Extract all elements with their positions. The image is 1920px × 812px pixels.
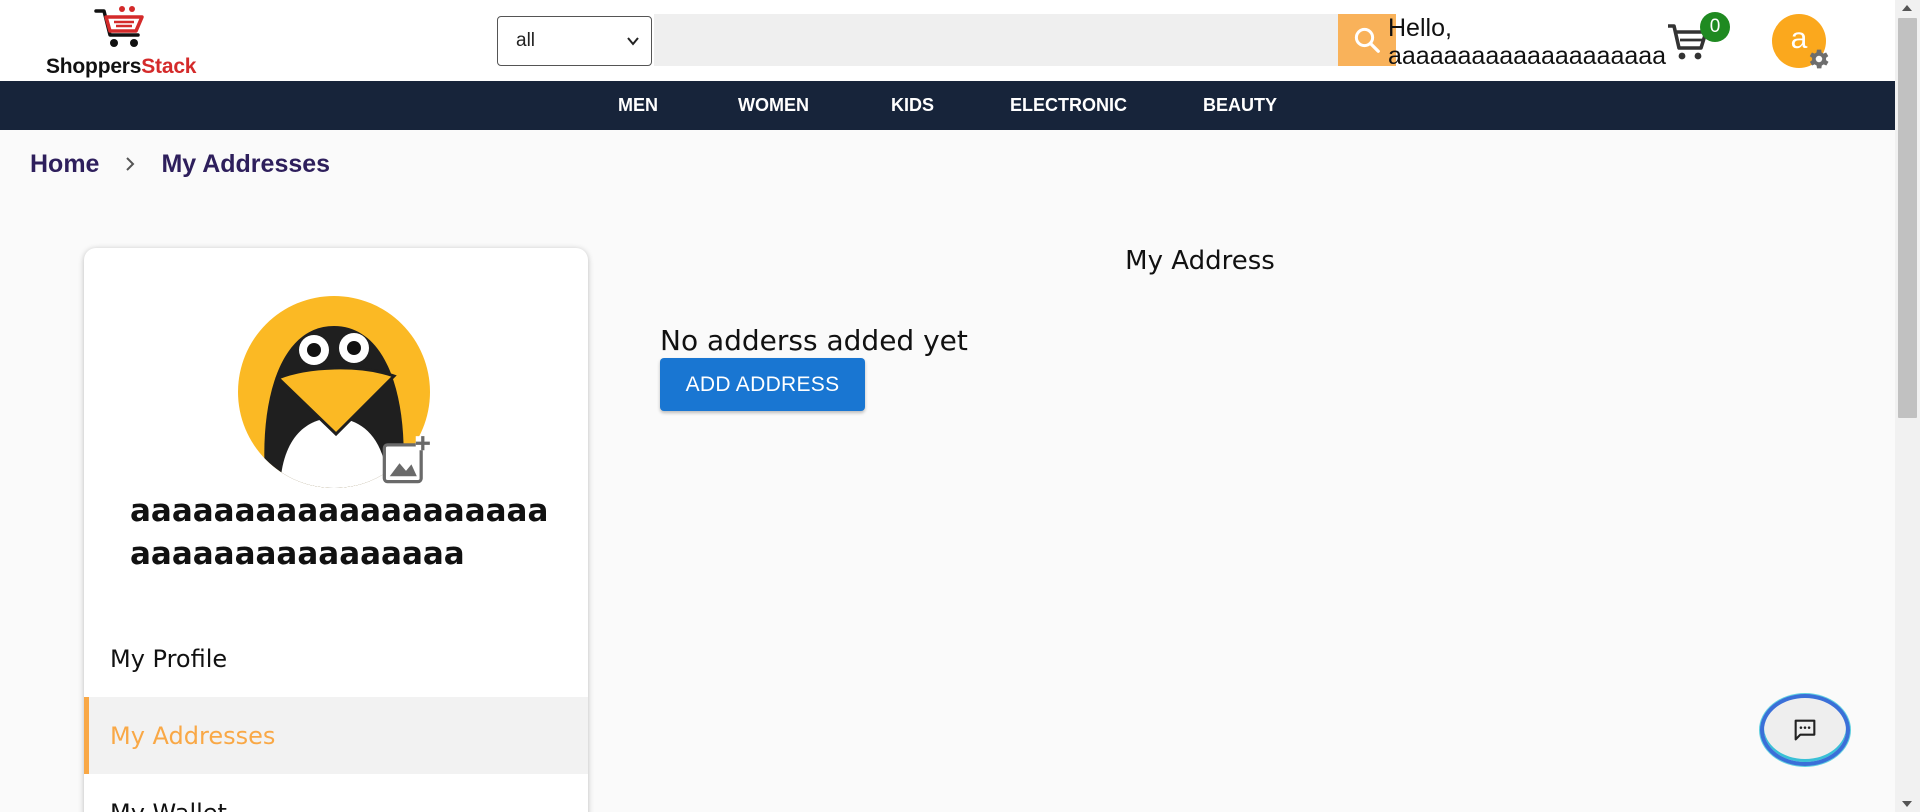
greeting-hello: Hello, xyxy=(1388,14,1452,42)
logo-text-stack: Stack xyxy=(141,55,197,78)
user-greeting: Hello, aaaaaaaaaaaaaaaaaaaa xyxy=(1388,14,1666,70)
profile-sidebar-card: aaaaaaaaaaaaaaaaaaaaaaaaaaaaaaaaaaaa My … xyxy=(84,248,588,812)
page-title: My Address xyxy=(1125,246,1275,276)
sidebar-item-my-profile[interactable]: My Profile xyxy=(84,620,588,697)
greeting-username: aaaaaaaaaaaaaaaaaaaa xyxy=(1388,42,1667,70)
category-nav: MEN WOMEN KIDS ELECTRONIC BEAUTY xyxy=(0,81,1895,130)
cart-button[interactable]: 0 xyxy=(1664,12,1730,66)
sidebar-item-my-wallet[interactable]: My Wallet xyxy=(84,774,588,812)
gear-icon[interactable] xyxy=(1805,46,1831,72)
nav-item-women[interactable]: WOMEN xyxy=(738,81,809,130)
nav-item-men[interactable]: MEN xyxy=(618,81,658,130)
chevron-down-icon xyxy=(627,37,639,46)
breadcrumb: Home My Addresses xyxy=(30,148,330,180)
search-icon xyxy=(1354,27,1380,53)
cart-count-badge: 0 xyxy=(1700,12,1730,42)
page: ShoppersStack all Hello, aaaaaaaaaaaaaaa… xyxy=(0,0,1920,812)
nav-item-beauty[interactable]: BEAUTY xyxy=(1203,81,1277,130)
add-photo-icon[interactable] xyxy=(380,434,432,486)
category-select[interactable]: all xyxy=(497,16,652,66)
logo[interactable]: ShoppersStack xyxy=(44,5,224,79)
chat-button[interactable] xyxy=(1760,694,1850,766)
add-address-button[interactable]: ADD ADDRESS xyxy=(660,358,865,411)
search-input[interactable] xyxy=(654,14,1339,66)
empty-address-message: No adderss added yet xyxy=(660,324,968,357)
chevron-right-icon xyxy=(121,155,139,173)
header: ShoppersStack all Hello, aaaaaaaaaaaaaaa… xyxy=(0,0,1895,81)
sidebar-item-my-addresses[interactable]: My Addresses xyxy=(84,697,588,774)
scrollbar-thumb[interactable] xyxy=(1898,18,1917,418)
category-select-value: all xyxy=(516,30,536,51)
scroll-up-arrow-icon[interactable] xyxy=(1901,4,1913,12)
breadcrumb-home[interactable]: Home xyxy=(30,150,99,179)
breadcrumb-current: My Addresses xyxy=(161,149,331,178)
scroll-down-arrow-icon[interactable] xyxy=(1901,800,1913,808)
nav-item-electronic[interactable]: ELECTRONIC xyxy=(1010,81,1127,130)
nav-item-kids[interactable]: KIDS xyxy=(891,81,934,130)
logo-text-shoppers: Shoppers xyxy=(46,55,142,78)
profile-name: aaaaaaaaaaaaaaaaaaaaaaaaaaaaaaaaaaaa xyxy=(130,493,549,572)
logo-cart-icon xyxy=(94,6,144,47)
logo-text: ShoppersStack xyxy=(46,55,196,79)
chat-icon xyxy=(1794,719,1816,741)
